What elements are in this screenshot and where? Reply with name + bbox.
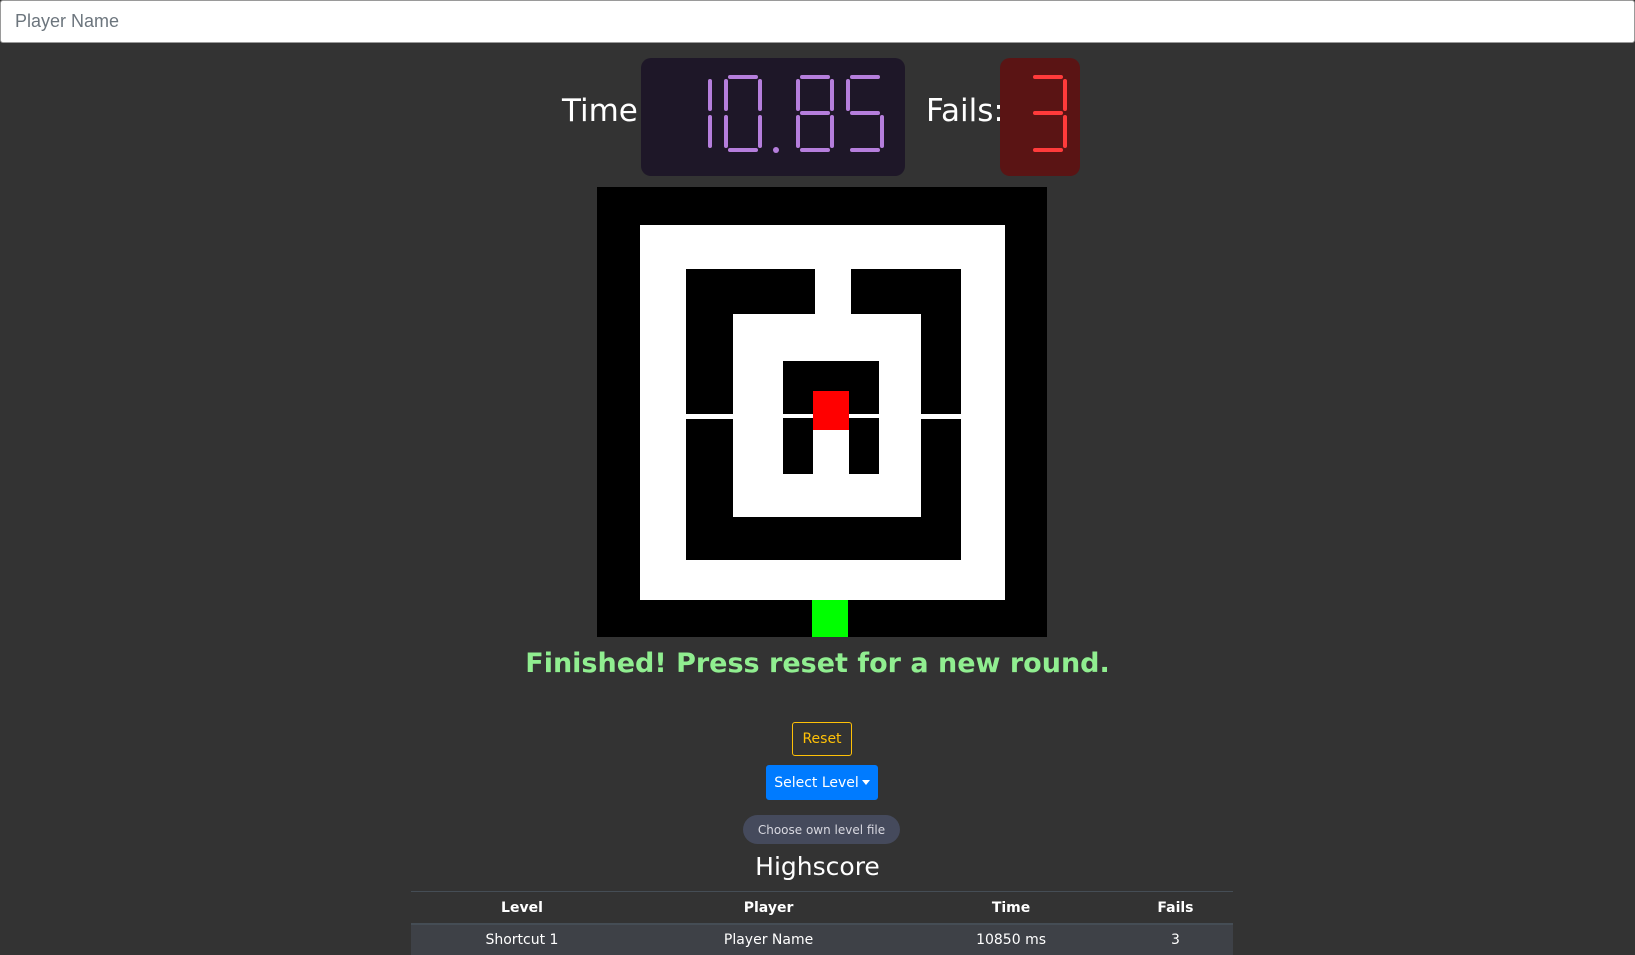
select-level-dropdown[interactable]: Select Level	[766, 765, 878, 800]
maze-path-line	[921, 414, 961, 418]
highscore-header-row: Level Player Time Fails	[411, 891, 1233, 925]
choose-level-file-button[interactable]: Choose own level file	[743, 815, 900, 844]
maze-path-line	[783, 414, 813, 418]
fails-display	[1000, 58, 1080, 176]
select-level-label: Select Level	[774, 774, 859, 791]
time-seven-segment-digits	[708, 75, 884, 153]
time-label: Time:	[562, 93, 649, 129]
decimal-point	[773, 147, 779, 153]
caret-down-icon	[861, 779, 870, 785]
status-message: Finished! Press reset for a new round.	[525, 648, 1110, 679]
player-block	[813, 391, 849, 430]
cell-fails: 3	[1117, 924, 1233, 955]
maze-board[interactable]	[597, 187, 1047, 637]
column-header-fails: Fails	[1117, 891, 1233, 925]
table-row: Shortcut 1 Player Name 10850 ms 3	[411, 924, 1233, 955]
time-display	[641, 58, 905, 176]
highscore-title: Highscore	[755, 852, 880, 881]
fails-seven-segment-digits	[1033, 75, 1067, 152]
column-header-time: Time	[904, 891, 1118, 925]
column-header-level: Level	[411, 891, 633, 925]
cell-level: Shortcut 1	[411, 924, 633, 955]
cell-player: Player Name	[632, 924, 905, 955]
goal-zone	[812, 600, 848, 637]
highscore-table: Level Player Time Fails Shortcut 1 Playe…	[411, 891, 1233, 955]
fails-label: Fails:	[926, 93, 1004, 129]
maze-canvas[interactable]	[597, 187, 1047, 637]
maze-path-line	[686, 414, 733, 418]
player-name-input[interactable]	[0, 0, 1635, 43]
reset-button[interactable]: Reset	[792, 722, 852, 756]
maze-path-line	[849, 414, 879, 418]
cell-time: 10850 ms	[904, 924, 1118, 955]
column-header-player: Player	[632, 891, 905, 925]
